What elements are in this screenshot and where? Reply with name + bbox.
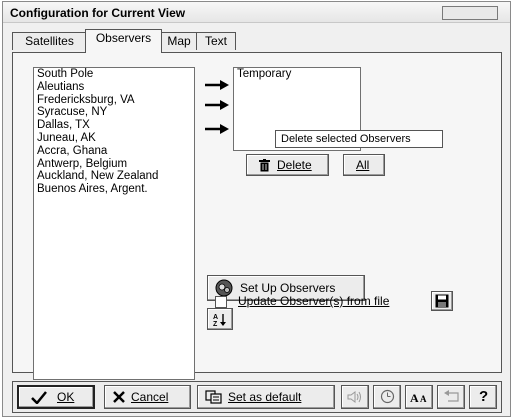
undo-arrow-icon: [444, 390, 459, 402]
setup-observers-label: Set Up Observers: [240, 281, 336, 295]
sound-button[interactable]: [341, 385, 369, 409]
ok-button[interactable]: OK: [17, 385, 95, 409]
set-default-label: Set as default: [228, 390, 302, 404]
title-bar: Configuration for Current View: [3, 2, 510, 23]
update-from-file-text: Update Observer(s) from file: [238, 294, 390, 308]
list-item[interactable]: Fredericksburg, VA: [34, 94, 194, 107]
list-item[interactable]: Temporary: [234, 68, 360, 81]
tab-map[interactable]: Map: [161, 32, 197, 50]
list-item[interactable]: Aleutians: [34, 81, 194, 94]
list-item[interactable]: Syracuse, NY: [34, 106, 194, 119]
delete-button[interactable]: Delete: [246, 154, 329, 176]
close-icon: [113, 391, 125, 403]
tab-observers[interactable]: Observers: [85, 29, 162, 53]
delete-tooltip: Delete selected Observers: [275, 130, 443, 148]
list-item[interactable]: Antwerp, Belgium: [34, 158, 194, 171]
add-observer-arrow-icon[interactable]: [204, 123, 230, 135]
svg-text:A: A: [213, 314, 218, 321]
observers-panel: South Pole Aleutians Fredericksburg, VA …: [12, 52, 502, 380]
tab-text[interactable]: Text: [196, 32, 236, 50]
window-title: Configuration for Current View: [10, 6, 186, 20]
cancel-button[interactable]: Cancel: [104, 385, 191, 409]
observer-setup-icon: [215, 279, 233, 297]
tab-satellites[interactable]: Satellites: [12, 32, 87, 50]
update-from-file-label: Update Observer(s) from file: [238, 294, 389, 308]
open-file-button[interactable]: [431, 291, 453, 311]
help-button[interactable]: ?: [469, 385, 497, 409]
sort-button[interactable]: A Z: [207, 308, 233, 330]
svg-text:Z: Z: [213, 321, 218, 327]
copy-settings-icon: [205, 390, 222, 404]
available-observers-list[interactable]: South Pole Aleutians Fredericksburg, VA …: [33, 67, 195, 380]
sort-ascending-icon: A Z: [213, 314, 226, 327]
list-item[interactable]: Dallas, TX: [34, 119, 194, 132]
clock-button[interactable]: [373, 385, 401, 409]
config-window: Configuration for Current View Satellite…: [2, 1, 511, 417]
delete-button-label: Delete: [277, 158, 312, 172]
list-item[interactable]: Juneau, AK: [34, 132, 194, 145]
help-icon: ?: [479, 388, 489, 405]
list-item[interactable]: Accra, Ghana: [34, 145, 194, 158]
font-size-icon: A A: [410, 391, 427, 404]
bottom-toolbar: OK Cancel Set as default A A ?: [12, 381, 502, 413]
speaker-icon: [347, 391, 361, 403]
ok-button-label: OK: [57, 390, 75, 404]
all-button-label: All: [356, 158, 370, 172]
svg-text:A: A: [410, 391, 419, 404]
list-item[interactable]: South Pole: [34, 68, 194, 81]
list-item[interactable]: Auckland, New Zealand: [34, 170, 194, 183]
checkmark-icon: [31, 391, 47, 404]
svg-text:A: A: [420, 394, 427, 404]
floppy-disk-icon: [435, 294, 449, 308]
trash-icon: [259, 159, 270, 172]
window-control-button[interactable]: [442, 6, 498, 20]
add-observer-arrow-icon[interactable]: [204, 79, 230, 91]
undo-button[interactable]: [437, 385, 465, 409]
all-button[interactable]: All: [343, 154, 385, 176]
font-size-button[interactable]: A A: [405, 385, 433, 409]
list-item[interactable]: Buenos Aires, Argent.: [34, 183, 194, 196]
update-from-file-checkbox[interactable]: [215, 296, 227, 308]
set-default-button[interactable]: Set as default: [197, 385, 335, 409]
cancel-button-label: Cancel: [131, 390, 169, 404]
clock-icon: [380, 389, 395, 404]
add-observer-arrow-icon[interactable]: [204, 99, 230, 111]
